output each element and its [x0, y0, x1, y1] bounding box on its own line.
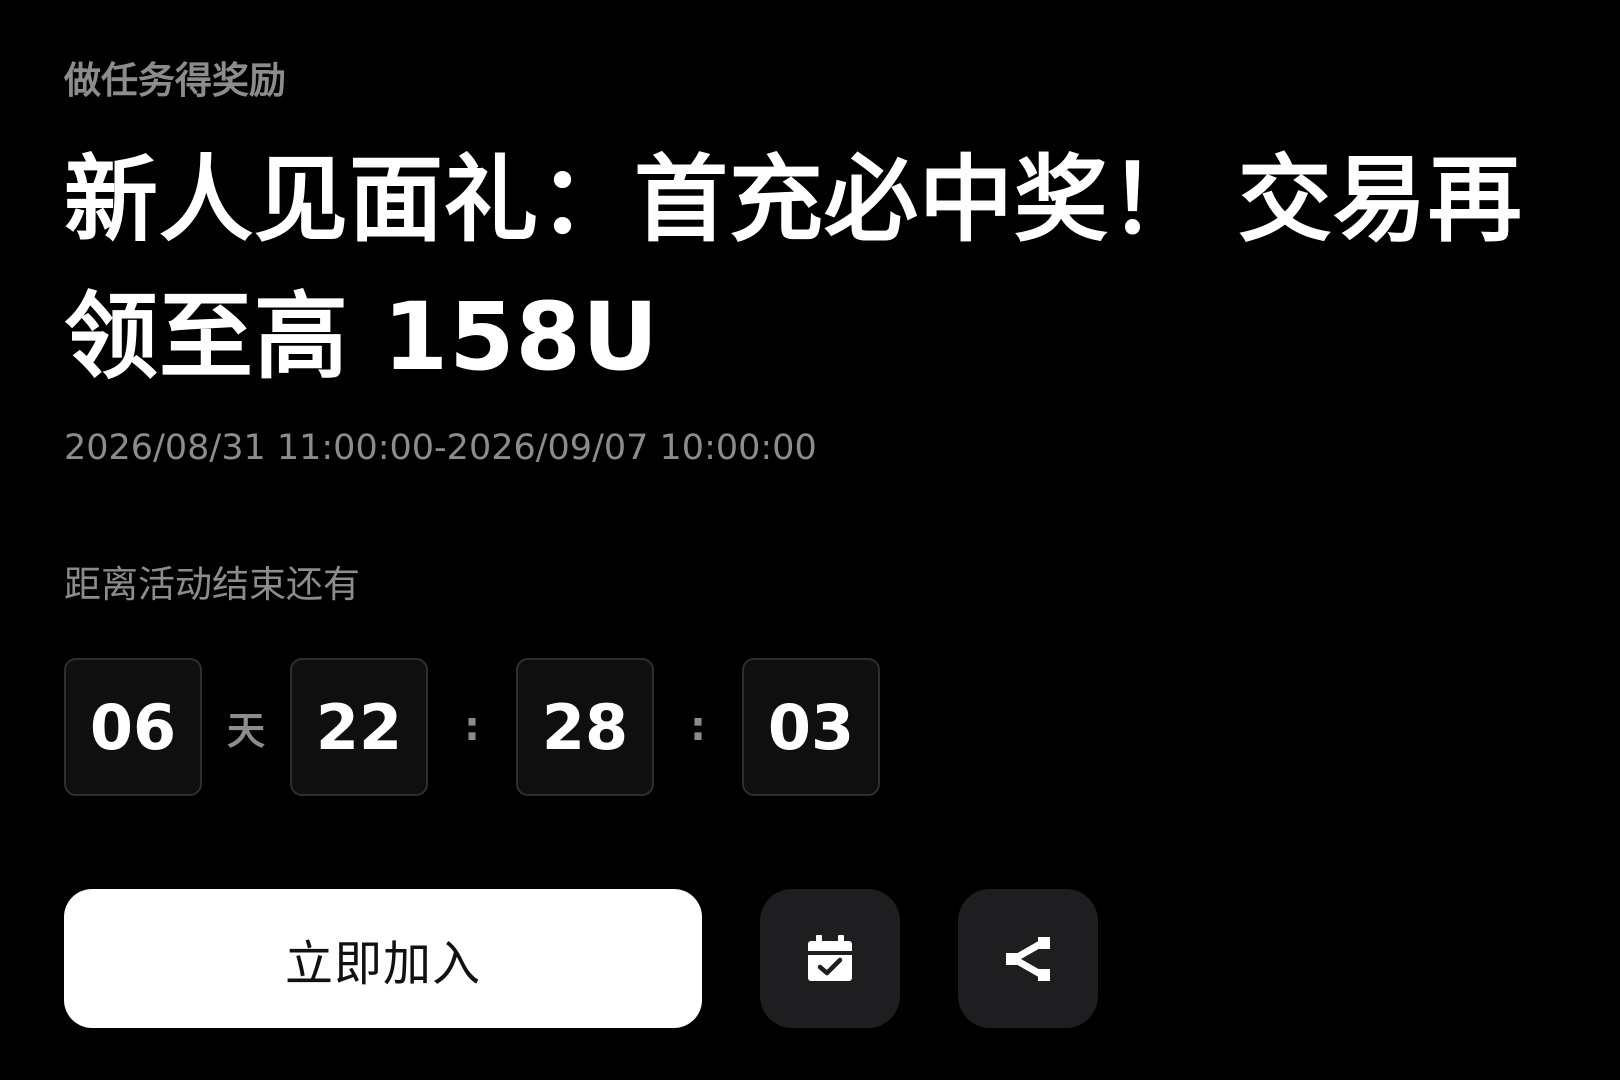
join-now-button[interactable]: 立即加入 — [64, 889, 702, 1028]
event-date-range: 2026/08/31 11:00:00-2026/09/07 10:00:00 — [64, 428, 817, 468]
countdown-hours: 22 — [290, 658, 428, 796]
share-icon — [1000, 931, 1056, 987]
add-to-calendar-button[interactable] — [760, 889, 900, 1028]
countdown-timer: 06 天 22 : 28 : 03 — [64, 658, 880, 796]
countdown-minutes: 28 — [516, 658, 654, 796]
countdown-label: 距离活动结束还有 — [64, 563, 360, 606]
share-button[interactable] — [958, 889, 1098, 1028]
countdown-days-unit: 天 — [226, 708, 265, 753]
page-title: 新人见面礼：首充必中奖！ 交易再领至高 158U — [64, 146, 1523, 392]
category-label: 做任务得奖励 — [64, 59, 286, 102]
countdown-days: 06 — [64, 658, 202, 796]
countdown-seconds: 03 — [742, 658, 880, 796]
promo-detail-page: 做任务得奖励 新人见面礼：首充必中奖！ 交易再领至高 158U 2026/08/… — [0, 0, 1620, 1080]
calendar-check-icon — [802, 931, 858, 987]
countdown-separator: : — [690, 704, 706, 750]
countdown-separator: : — [464, 704, 480, 750]
